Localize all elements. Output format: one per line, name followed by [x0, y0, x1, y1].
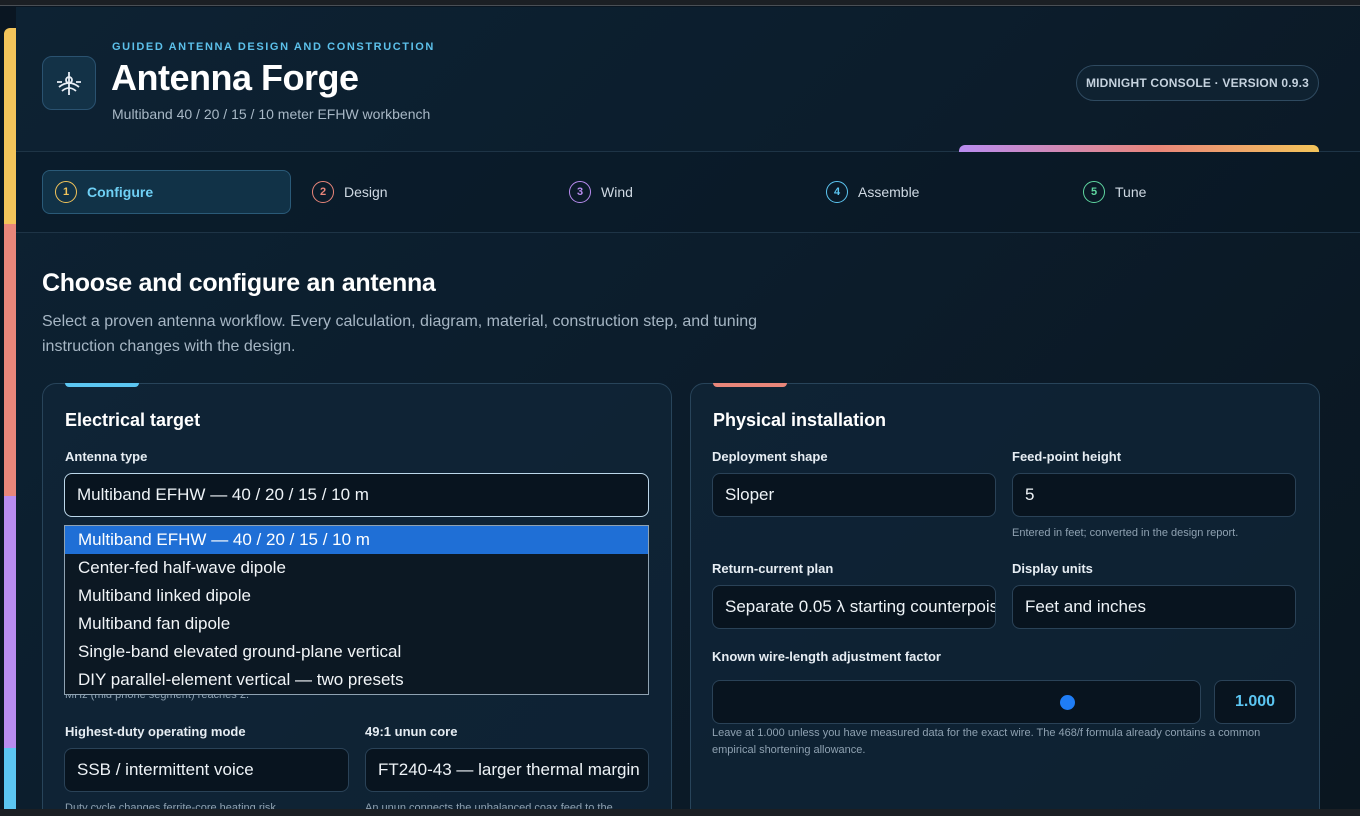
display-units-label: Display units	[1012, 561, 1093, 576]
display-units-select[interactable]: Feet and inches	[1012, 585, 1296, 629]
step-label: Tune	[1115, 184, 1147, 200]
step-number: 4	[826, 181, 848, 203]
header: GUIDED ANTENNA DESIGN AND CONSTRUCTION A…	[16, 7, 1360, 152]
antenna-type-label: Antenna type	[65, 449, 148, 464]
duty-mode-label: Highest-duty operating mode	[65, 724, 246, 739]
adjustment-factor-slider[interactable]	[712, 680, 1201, 724]
header-accent-bar	[959, 145, 1319, 152]
app-eyebrow: GUIDED ANTENNA DESIGN AND CONSTRUCTION	[112, 41, 435, 53]
feed-height-label: Feed-point height	[1012, 449, 1122, 464]
adjustment-factor-value[interactable]: 1.000	[1214, 680, 1296, 724]
step-label: Wind	[601, 184, 633, 200]
antenna-type-select[interactable]: Multiband EFHW — 40 / 20 / 15 / 10 m	[64, 473, 649, 517]
dropdown-option[interactable]: Multiband linked dipole	[65, 582, 648, 610]
duty-mode-hint: Duty cycle changes ferrite-core heating …	[65, 802, 279, 809]
page-description: Select a proven antenna workflow. Every …	[42, 313, 758, 355]
card-accent	[713, 383, 787, 387]
unun-core-label: 49:1 unun core	[365, 724, 458, 739]
step-label: Design	[344, 184, 388, 200]
adjustment-factor-hint: Leave at 1.000 unless you have measured …	[712, 727, 1261, 756]
window-bottom-border	[0, 809, 1360, 816]
dropdown-option[interactable]: Multiband fan dipole	[65, 610, 648, 638]
feed-height-input[interactable]: 5	[1012, 473, 1296, 517]
step-number: 1	[55, 181, 77, 203]
step-label: Configure	[87, 184, 154, 200]
card-title: Physical installation	[713, 410, 887, 430]
dropdown-option[interactable]: DIY parallel-element vertical — two pres…	[65, 666, 648, 694]
step-navigation: 1 Configure 2 Design 3 Wind 4 Assemble 5…	[16, 152, 1360, 233]
page-title: Choose and configure an antenna	[42, 269, 436, 297]
tab-wind[interactable]: 3 Wind	[557, 170, 797, 214]
slider-thumb[interactable]	[1059, 695, 1075, 710]
duty-mode-select[interactable]: SSB / intermittent voice	[64, 748, 349, 792]
adjustment-factor-label: Known wire-length adjustment factor	[712, 649, 941, 664]
unun-core-hint: An unun connects the unbalanced coax fee…	[365, 802, 613, 809]
tab-configure[interactable]: 1 Configure	[42, 170, 291, 214]
antenna-type-dropdown: Multiband EFHW — 40 / 20 / 15 / 10 m Cen…	[64, 525, 649, 695]
deployment-shape-label: Deployment shape	[712, 449, 828, 464]
step-number: 5	[1083, 181, 1105, 203]
app-title: Antenna Forge	[111, 57, 359, 98]
return-current-select[interactable]: Separate 0.05 λ starting counterpoise	[712, 585, 996, 629]
dropdown-option[interactable]: Single-band elevated ground-plane vertic…	[65, 638, 648, 666]
app-window: GUIDED ANTENNA DESIGN AND CONSTRUCTION A…	[16, 7, 1360, 809]
step-number: 2	[312, 181, 334, 203]
window-top-border	[0, 0, 1360, 6]
tab-assemble[interactable]: 4 Assemble	[814, 170, 1054, 214]
app-subtitle: Multiband 40 / 20 / 15 / 10 meter EFHW w…	[112, 106, 431, 122]
tab-design[interactable]: 2 Design	[300, 170, 540, 214]
return-current-label: Return-current plan	[712, 561, 834, 576]
dropdown-option[interactable]: Center-fed half-wave dipole	[65, 554, 648, 582]
step-label: Assemble	[858, 184, 920, 200]
version-badge: MIDNIGHT CONSOLE · VERSION 0.9.3	[1076, 65, 1319, 101]
tab-tune[interactable]: 5 Tune	[1071, 170, 1311, 214]
antenna-icon	[42, 56, 96, 110]
card-title: Electrical target	[65, 410, 201, 430]
dropdown-option[interactable]: Multiband EFHW — 40 / 20 / 15 / 10 m	[65, 526, 648, 554]
progress-rail	[4, 28, 16, 816]
card-accent	[65, 383, 139, 387]
deployment-shape-select[interactable]: Sloper	[712, 473, 996, 517]
feed-height-hint: Entered in feet; converted in the design…	[1012, 527, 1239, 539]
step-number: 3	[569, 181, 591, 203]
unun-core-select[interactable]: FT240-43 — larger thermal margin	[365, 748, 649, 792]
